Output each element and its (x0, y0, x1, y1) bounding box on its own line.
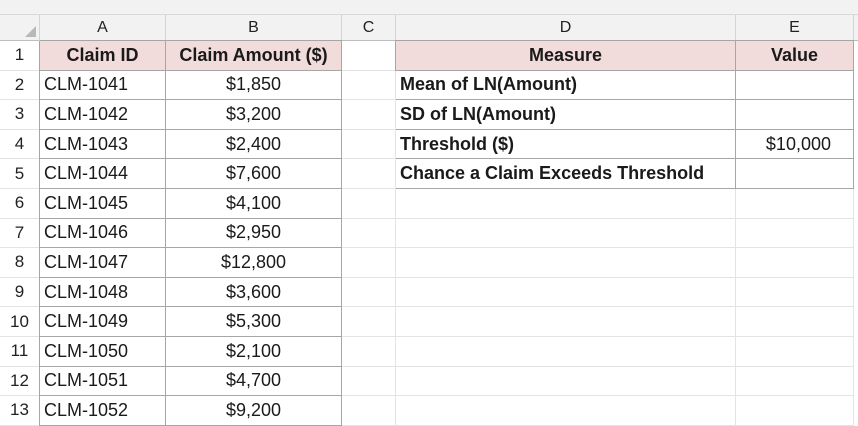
measures-header-measure[interactable]: Measure (395, 40, 736, 71)
claim-amount-cell[interactable]: $7,600 (165, 159, 342, 189)
empty-cell[interactable] (342, 277, 396, 308)
empty-cell[interactable] (342, 396, 396, 426)
empty-cell[interactable] (342, 159, 396, 189)
claim-id-cell[interactable]: CLM-1046 (39, 218, 166, 249)
row-header-3[interactable]: 3 (0, 100, 40, 130)
empty-cell[interactable] (396, 307, 736, 337)
empty-cell[interactable] (736, 188, 854, 219)
claim-amount-cell[interactable]: $2,400 (165, 129, 342, 160)
ribbon-edge (0, 0, 858, 15)
row-header-9[interactable]: 9 (0, 277, 40, 308)
empty-cell[interactable] (396, 277, 736, 308)
claim-amount-cell[interactable]: $2,100 (165, 336, 342, 367)
column-header-d[interactable]: D (396, 15, 736, 41)
row-header-5[interactable]: 5 (0, 159, 40, 189)
claim-id-cell[interactable]: CLM-1047 (39, 248, 166, 278)
cell-f1[interactable] (854, 41, 858, 71)
measures-header-value[interactable]: Value (735, 40, 854, 71)
claim-id-cell[interactable]: CLM-1051 (39, 366, 166, 397)
empty-cell[interactable] (342, 70, 396, 101)
claim-id-cell[interactable]: CLM-1042 (39, 100, 166, 130)
measure-label-cell[interactable]: Mean of LN(Amount) (395, 70, 736, 101)
measure-value-cell[interactable] (735, 159, 854, 189)
claims-header-id[interactable]: Claim ID (39, 40, 166, 71)
measure-label-cell[interactable]: Threshold ($) (395, 129, 736, 160)
column-header-f-partial[interactable] (854, 15, 858, 41)
empty-cell[interactable] (396, 218, 736, 249)
claim-id-cell[interactable]: CLM-1044 (39, 159, 166, 189)
empty-cell[interactable] (396, 396, 736, 426)
claim-amount-cell[interactable]: $1,850 (165, 70, 342, 101)
claim-id-cell[interactable]: CLM-1052 (39, 396, 166, 426)
empty-cell[interactable] (736, 396, 854, 426)
measure-label-cell[interactable]: Chance a Claim Exceeds Threshold (395, 159, 736, 189)
empty-cell[interactable] (736, 336, 854, 367)
measure-value-cell[interactable]: $10,000 (735, 129, 854, 160)
row-header-11[interactable]: 11 (0, 336, 40, 367)
claim-amount-cell[interactable]: $5,300 (165, 307, 342, 337)
empty-cell[interactable] (396, 366, 736, 397)
row-header-6[interactable]: 6 (0, 188, 40, 219)
row-header-7[interactable]: 7 (0, 218, 40, 249)
empty-cell[interactable] (342, 366, 396, 397)
claims-header-amount[interactable]: Claim Amount ($) (165, 40, 342, 71)
empty-cell[interactable] (396, 336, 736, 367)
empty-cell[interactable] (396, 188, 736, 219)
row-header-8[interactable]: 8 (0, 248, 40, 278)
row-header-1[interactable]: 1 (0, 41, 40, 71)
select-all-triangle-icon (25, 26, 36, 37)
claim-id-cell[interactable]: CLM-1041 (39, 70, 166, 101)
select-all-button[interactable] (0, 15, 40, 41)
claim-id-cell[interactable]: CLM-1045 (39, 188, 166, 219)
measure-label-cell[interactable]: SD of LN(Amount) (395, 100, 736, 130)
claim-amount-cell[interactable]: $4,700 (165, 366, 342, 397)
empty-cell[interactable] (736, 277, 854, 308)
empty-cell[interactable] (342, 100, 396, 130)
claim-amount-cell[interactable]: $9,200 (165, 396, 342, 426)
empty-cell[interactable] (342, 129, 396, 160)
empty-cell[interactable] (736, 366, 854, 397)
empty-cell[interactable] (342, 218, 396, 249)
empty-cell[interactable] (342, 307, 396, 337)
empty-cell[interactable] (342, 248, 396, 278)
claim-id-cell[interactable]: CLM-1049 (39, 307, 166, 337)
spreadsheet-grid: A B C D E 1 2 3 4 5 6 7 8 9 10 11 12 13 … (0, 0, 858, 426)
claim-id-cell[interactable]: CLM-1043 (39, 129, 166, 160)
column-header-a[interactable]: A (40, 15, 166, 41)
row-header-10[interactable]: 10 (0, 307, 40, 337)
claim-amount-cell[interactable]: $3,200 (165, 100, 342, 130)
claim-id-cell[interactable]: CLM-1048 (39, 277, 166, 308)
row-header-12[interactable]: 12 (0, 366, 40, 397)
column-header-e[interactable]: E (736, 15, 854, 41)
claim-amount-cell[interactable]: $3,600 (165, 277, 342, 308)
claim-amount-cell[interactable]: $12,800 (165, 248, 342, 278)
claim-amount-cell[interactable]: $2,950 (165, 218, 342, 249)
claim-id-cell[interactable]: CLM-1050 (39, 336, 166, 367)
row-header-2[interactable]: 2 (0, 70, 40, 101)
column-header-c[interactable]: C (342, 15, 396, 41)
empty-cell[interactable] (736, 248, 854, 278)
row-header-4[interactable]: 4 (0, 129, 40, 160)
measure-value-cell[interactable] (735, 100, 854, 130)
claim-amount-cell[interactable]: $4,100 (165, 188, 342, 219)
column-header-b[interactable]: B (166, 15, 342, 41)
empty-cell[interactable] (342, 188, 396, 219)
row-header-13[interactable]: 13 (0, 396, 40, 426)
empty-cell[interactable] (736, 218, 854, 249)
empty-cell[interactable] (736, 307, 854, 337)
empty-cell[interactable] (342, 336, 396, 367)
measure-value-cell[interactable] (735, 70, 854, 101)
cell-c1[interactable] (342, 41, 396, 71)
empty-cell[interactable] (396, 248, 736, 278)
